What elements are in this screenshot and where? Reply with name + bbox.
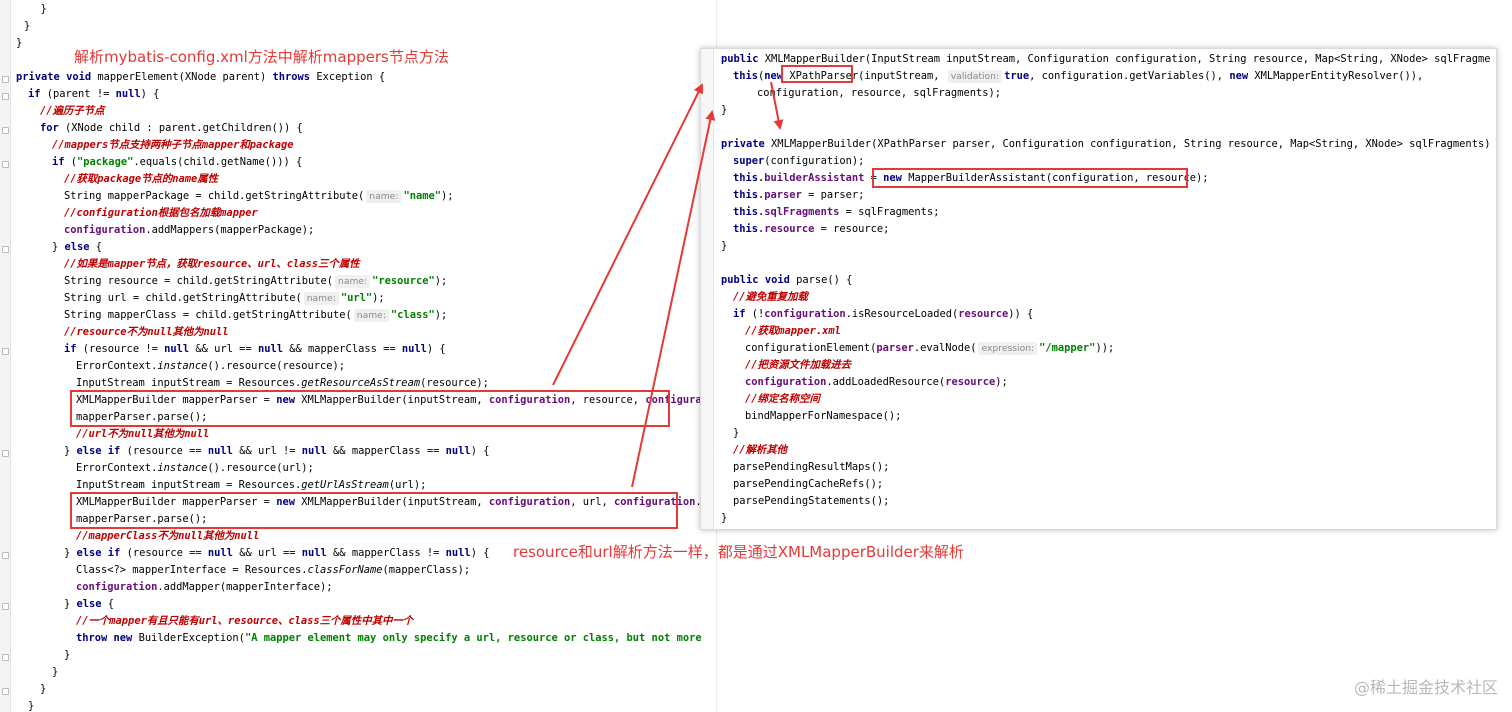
code-line: Class<?> mapperInterface = Resources.cla… bbox=[76, 564, 471, 576]
code-line: private XMLMapperBuilder(XPathParser par… bbox=[721, 138, 1491, 150]
fold-marker-icon[interactable] bbox=[2, 161, 9, 168]
code-line: parsePendingResultMaps(); bbox=[733, 461, 890, 473]
code-line: //避免重复加载 bbox=[733, 291, 808, 303]
code-line: //获取package节点的name属性 bbox=[64, 173, 219, 185]
code-line: String mapperPackage = child.getStringAt… bbox=[64, 190, 454, 203]
code-line: } else { bbox=[64, 598, 115, 610]
code-line: parsePendingCacheRefs(); bbox=[733, 478, 884, 490]
code-line: //解析其他 bbox=[733, 444, 788, 456]
fold-marker-icon[interactable] bbox=[2, 246, 9, 253]
code-line: } bbox=[64, 649, 71, 661]
code-line: } bbox=[733, 427, 740, 439]
code-line: String resource = child.getStringAttribu… bbox=[64, 275, 448, 288]
code-line: //把资源文件加载进去 bbox=[745, 359, 852, 371]
code-line: } bbox=[28, 3, 47, 15]
code-line: //一个mapper有且只能有url、resource、class三个属性中其中… bbox=[76, 615, 414, 627]
code-line: ErrorContext.instance().resource(url); bbox=[76, 462, 314, 474]
fold-marker-icon[interactable] bbox=[2, 93, 9, 100]
highlight-box-url-builder bbox=[70, 492, 678, 529]
code-line: if ("package".equals(child.getName())) { bbox=[52, 156, 303, 168]
code-line: } bbox=[721, 240, 728, 252]
code-line: ErrorContext.instance().resource(resourc… bbox=[76, 360, 346, 372]
code-line: configuration.addLoadedResource(resource… bbox=[745, 376, 1008, 388]
code-line: public void parse() { bbox=[721, 274, 853, 286]
code-line: private void mapperElement(XNode parent)… bbox=[16, 71, 386, 83]
fold-marker-icon[interactable] bbox=[2, 688, 9, 695]
code-line: configurationElement(parser.evalNode(exp… bbox=[745, 342, 1115, 355]
code-line: //resource不为null其他为null bbox=[64, 326, 229, 338]
right-code-editor[interactable]: public XMLMapperBuilder(InputStream inpu… bbox=[721, 51, 1491, 527]
code-line: } else { bbox=[52, 241, 103, 253]
watermark: @稀土掘金技术社区 bbox=[1353, 678, 1498, 697]
fold-marker-icon[interactable] bbox=[2, 76, 9, 83]
code-line: //mappers节点支持两种子节点mapper和package bbox=[52, 139, 294, 151]
code-line: //绑定名称空间 bbox=[745, 393, 820, 405]
code-line: //mapperClass不为null其他为null bbox=[76, 530, 260, 542]
fold-marker-icon[interactable] bbox=[2, 348, 9, 355]
code-line: configuration.addMappers(mapperPackage); bbox=[64, 224, 315, 236]
code-line: bindMapperForNamespace(); bbox=[745, 410, 902, 422]
code-line: String mapperClass = child.getStringAttr… bbox=[64, 309, 448, 322]
annotation-top-note: 解析mybatis-config.xml方法中解析mappers节点方法 bbox=[74, 48, 449, 66]
code-line: String url = child.getStringAttribute(na… bbox=[64, 292, 385, 305]
code-line: this.sqlFragments = sqlFragments; bbox=[733, 206, 940, 218]
code-line: this.resource = resource; bbox=[733, 223, 890, 235]
code-line: } bbox=[28, 700, 35, 712]
param-hint: name: bbox=[335, 275, 371, 288]
param-hint: name: bbox=[303, 292, 339, 305]
code-line: //遍历子节点 bbox=[40, 105, 105, 117]
fold-marker-icon[interactable] bbox=[2, 127, 9, 134]
code-line: } bbox=[721, 512, 728, 524]
code-line: } bbox=[16, 37, 23, 49]
editor-gutter bbox=[701, 49, 714, 529]
highlight-box-resource-builder bbox=[70, 390, 670, 427]
param-hint: name: bbox=[366, 190, 402, 203]
code-line: } bbox=[721, 104, 728, 116]
fold-marker-icon[interactable] bbox=[2, 603, 9, 610]
editor-gutter bbox=[0, 0, 11, 712]
code-line: configuration, resource, sqlFragments); bbox=[757, 87, 1001, 99]
param-hint: validation: bbox=[947, 70, 1003, 83]
param-hint: name: bbox=[353, 309, 389, 322]
highlight-box-builder-assistant bbox=[872, 168, 1188, 188]
fold-marker-icon[interactable] bbox=[2, 654, 9, 661]
code-line: if (resource != null && url == null && m… bbox=[64, 343, 446, 355]
fold-marker-icon[interactable] bbox=[2, 552, 9, 559]
param-hint: expression: bbox=[978, 342, 1038, 355]
code-line: } else if (resource == null && url != nu… bbox=[64, 445, 490, 457]
code-line: configuration.addMapper(mapperInterface)… bbox=[76, 581, 333, 593]
code-line: //url不为null其他为null bbox=[76, 428, 210, 440]
code-line: } bbox=[52, 666, 59, 678]
code-line: if (!configuration.isResourceLoaded(reso… bbox=[733, 308, 1034, 320]
code-line: //获取mapper.xml bbox=[745, 325, 841, 337]
code-line: parsePendingStatements(); bbox=[733, 495, 890, 507]
code-line: } bbox=[24, 20, 31, 32]
fold-marker-icon[interactable] bbox=[2, 450, 9, 457]
code-line: throw new BuilderException("A mapper ele… bbox=[76, 632, 702, 644]
code-line: if (parent != null) { bbox=[28, 88, 160, 100]
code-line: //configuration根据包名加载mapper bbox=[64, 207, 258, 219]
code-line: for (XNode child : parent.getChildren())… bbox=[40, 122, 303, 134]
code-line: //如果是mapper节点，获取resource、url、class三个属性 bbox=[64, 258, 360, 270]
code-line: } bbox=[40, 683, 47, 695]
code-line: super(configuration); bbox=[733, 155, 865, 167]
highlight-box-xpathparser bbox=[781, 65, 853, 83]
annotation-bottom-note: resource和url解析方法一样，都是通过XMLMapperBuilder来… bbox=[513, 543, 964, 561]
left-code-editor[interactable]: } } } private void mapperElement(XNode p… bbox=[16, 0, 706, 712]
code-line: this.parser = parser; bbox=[733, 189, 865, 201]
code-line: } else if (resource == null && url == nu… bbox=[64, 547, 490, 559]
xmlmapperbuilder-code-panel[interactable]: public XMLMapperBuilder(InputStream inpu… bbox=[700, 48, 1497, 530]
